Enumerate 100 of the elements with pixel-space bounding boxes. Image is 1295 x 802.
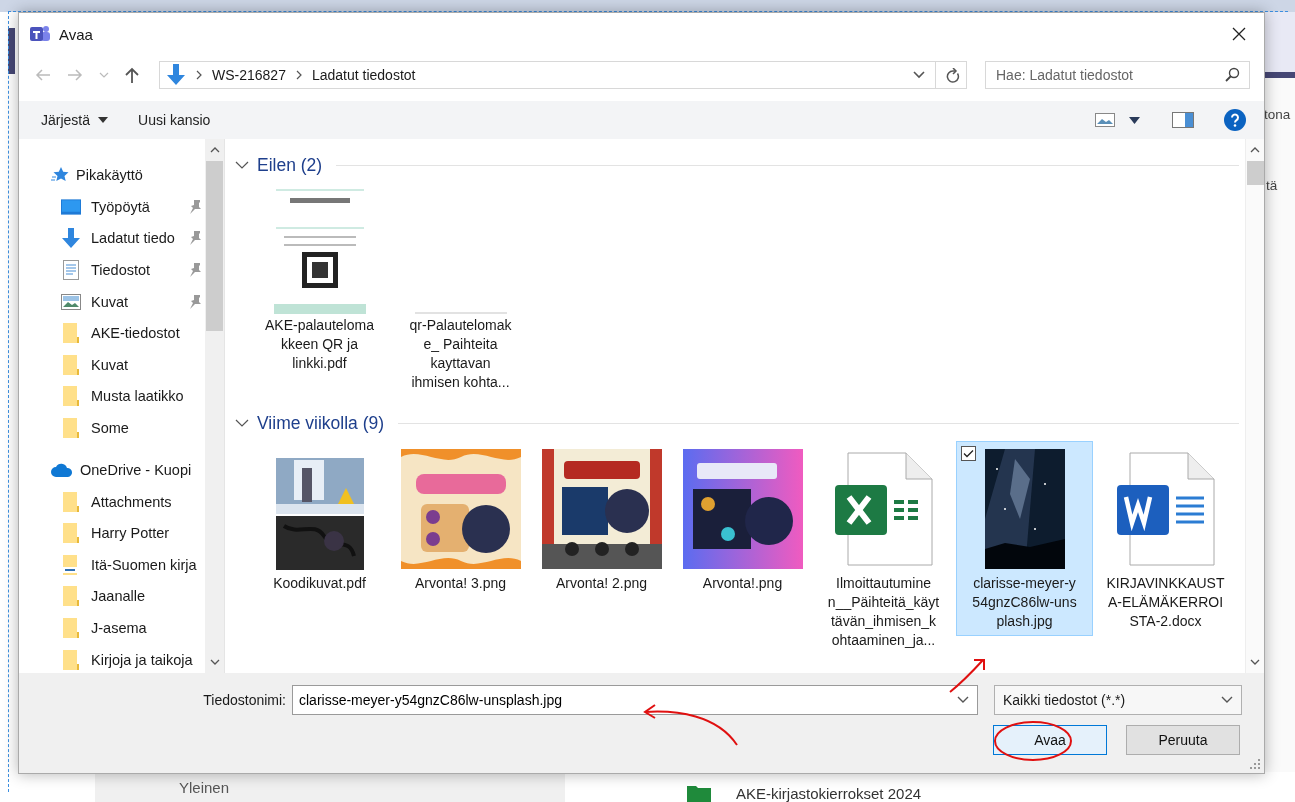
- file-type-dropdown[interactable]: Kaikki tiedostot (*.*): [994, 685, 1242, 715]
- nav-item[interactable]: Kirjoja ja taikoja: [19, 643, 205, 673]
- teams-icon: [29, 24, 51, 44]
- nav-item[interactable]: Kuvat: [19, 285, 205, 318]
- help-icon[interactable]: [1224, 109, 1246, 131]
- open-button[interactable]: Avaa: [993, 725, 1107, 755]
- file-item[interactable]: qr-Palautelomak e_ Paihteita kayttavan ihmisen kohta...: [392, 183, 529, 397]
- preview-pane-icon[interactable]: [1172, 112, 1194, 128]
- scroll-down-icon[interactable]: [1250, 659, 1260, 665]
- channel-item[interactable]: Yleinen: [179, 778, 230, 796]
- close-icon[interactable]: [1232, 27, 1246, 41]
- file-item[interactable]: Arvonta! 3.png: [392, 441, 529, 598]
- scrollbar[interactable]: [205, 139, 224, 673]
- file-item[interactable]: Arvonta! 2.png: [533, 441, 670, 598]
- pin-icon[interactable]: [189, 294, 201, 309]
- window-title: Avaa: [59, 25, 93, 43]
- folder-icon: [687, 784, 711, 802]
- chevron-down-icon[interactable]: [235, 160, 249, 170]
- search-icon: [1225, 67, 1240, 82]
- resize-grip-icon[interactable]: [1250, 759, 1260, 769]
- nav-item[interactable]: Attachments: [19, 485, 205, 518]
- refresh-icon[interactable]: [946, 67, 960, 83]
- address-bar[interactable]: WS-216827 Ladatut tiedostot: [159, 61, 967, 89]
- checkbox[interactable]: [961, 446, 976, 461]
- file-item[interactable]: Ilmoittautumine n__Päihteitä_käyt tävän_ihmisen_k ohtaaminen_ja...: [815, 441, 952, 655]
- file-name: Arvonta! 2.png: [555, 574, 648, 593]
- file-name: KIRJAVINKKAUST: [1106, 574, 1225, 593]
- pin-icon[interactable]: [189, 263, 201, 277]
- nav-item[interactable]: J-asema: [19, 612, 205, 644]
- folder-icon: [61, 523, 81, 544]
- file-item[interactable]: Koodikuvat.pdf: [251, 441, 388, 598]
- folder-name[interactable]: AKE-kirjastokierrokset 2024: [736, 784, 922, 802]
- breadcrumb[interactable]: WS-216827: [212, 67, 286, 83]
- nav-item[interactable]: Tiedostot: [19, 254, 205, 286]
- group-header[interactable]: Eilen (2): [257, 154, 323, 176]
- file-name: Arvonta!.png: [702, 574, 783, 593]
- file-name: n__Päihteitä_käyt: [827, 593, 940, 612]
- chevron-right-icon: [295, 70, 302, 80]
- header-text: tona: [1264, 107, 1291, 122]
- cancel-button[interactable]: Peruuta: [1126, 725, 1240, 755]
- nav-item[interactable]: Some: [19, 412, 205, 444]
- organize-button[interactable]: Järjestä: [33, 108, 117, 132]
- field-label: Tiedostonimi:: [203, 692, 286, 708]
- chevron-down-icon: [1221, 696, 1233, 704]
- view-icon[interactable]: [1095, 113, 1115, 127]
- pin-icon[interactable]: [189, 231, 201, 246]
- file-name: Arvonta! 3.png: [414, 574, 507, 593]
- file-item[interactable]: AKE-palauteloma kkeen QR ja linkki.pdf: [251, 183, 388, 378]
- pin-icon[interactable]: [189, 199, 201, 214]
- chevron-right-icon: [196, 70, 202, 80]
- scroll-thumb[interactable]: [1246, 161, 1264, 185]
- scroll-thumb[interactable]: [206, 161, 223, 331]
- search-field[interactable]: Hae: Ladatut tiedostot: [985, 61, 1250, 89]
- word-document-icon: [1115, 452, 1216, 566]
- image-icon: [61, 293, 81, 310]
- file-name: plash.jpg: [996, 612, 1053, 631]
- new-folder-button[interactable]: Uusi kansio: [130, 108, 219, 132]
- download-arrow-icon: [61, 228, 81, 249]
- star-icon: [51, 166, 69, 184]
- folder-icon: [61, 649, 81, 670]
- nav-item[interactable]: Jaanalle: [19, 580, 205, 613]
- file-name: tävän_ihmisen_k: [830, 612, 937, 631]
- scroll-up-icon[interactable]: [209, 147, 220, 153]
- nav-item[interactable]: AKE-tiedostot: [19, 317, 205, 349]
- file-item[interactable]: clarisse-meyer-y 54gnzC86lw-uns plash.jpg: [956, 441, 1093, 636]
- group-header[interactable]: Viime viikolla (9): [257, 412, 385, 434]
- file-name: clarisse-meyer-y: [973, 574, 1076, 593]
- nav-item[interactable]: Ladatut tiedo: [19, 222, 205, 255]
- dropdown-icon[interactable]: [913, 71, 925, 79]
- nav-item[interactable]: OneDrive - Kuopi: [19, 453, 205, 486]
- file-name: AKE-palauteloma: [265, 316, 374, 335]
- up-icon[interactable]: [125, 67, 139, 83]
- folder-icon: [61, 354, 81, 375]
- caret-icon[interactable]: [1129, 116, 1140, 124]
- caret-icon: [98, 117, 109, 123]
- file-name-field[interactable]: clarisse-meyer-y54gnzC86lw-unsplash.jpg: [292, 685, 978, 715]
- scrollbar[interactable]: [1245, 139, 1264, 673]
- nav-item[interactable]: Harry Potter: [19, 517, 205, 549]
- spreadsheet-file-icon: [833, 452, 934, 566]
- dropdown-icon[interactable]: [957, 696, 969, 704]
- scroll-down-icon[interactable]: [209, 659, 220, 665]
- nav-item[interactable]: Kuvat: [19, 348, 205, 381]
- folder-icon: [61, 323, 81, 344]
- nav-item[interactable]: Pikakäyttö: [19, 159, 205, 191]
- cloud-icon: [51, 462, 73, 477]
- file-name: ihmisen kohta...: [411, 373, 510, 392]
- scroll-up-icon[interactable]: [1250, 147, 1260, 153]
- annotation-arrow: [949, 659, 985, 693]
- chevron-down-icon[interactable]: [235, 418, 249, 428]
- nav-item[interactable]: Työpöytä: [19, 191, 205, 223]
- file-name: STA-2.docx: [1129, 612, 1202, 631]
- file-name: kayttavan: [430, 354, 491, 373]
- folder-icon: [61, 586, 81, 607]
- nav-item[interactable]: Musta laatikko: [19, 380, 205, 413]
- file-item[interactable]: Arvonta!.png: [674, 441, 811, 598]
- file-name: kkeen QR ja: [280, 335, 358, 354]
- file-name: Koodikuvat.pdf: [273, 574, 366, 593]
- breadcrumb[interactable]: Ladatut tiedostot: [311, 67, 416, 83]
- file-item[interactable]: KIRJAVINKKAUST A-ELÄMÄKERROI STA-2.docx: [1097, 441, 1234, 636]
- nav-item[interactable]: Itä-Suomen kirja: [19, 548, 205, 581]
